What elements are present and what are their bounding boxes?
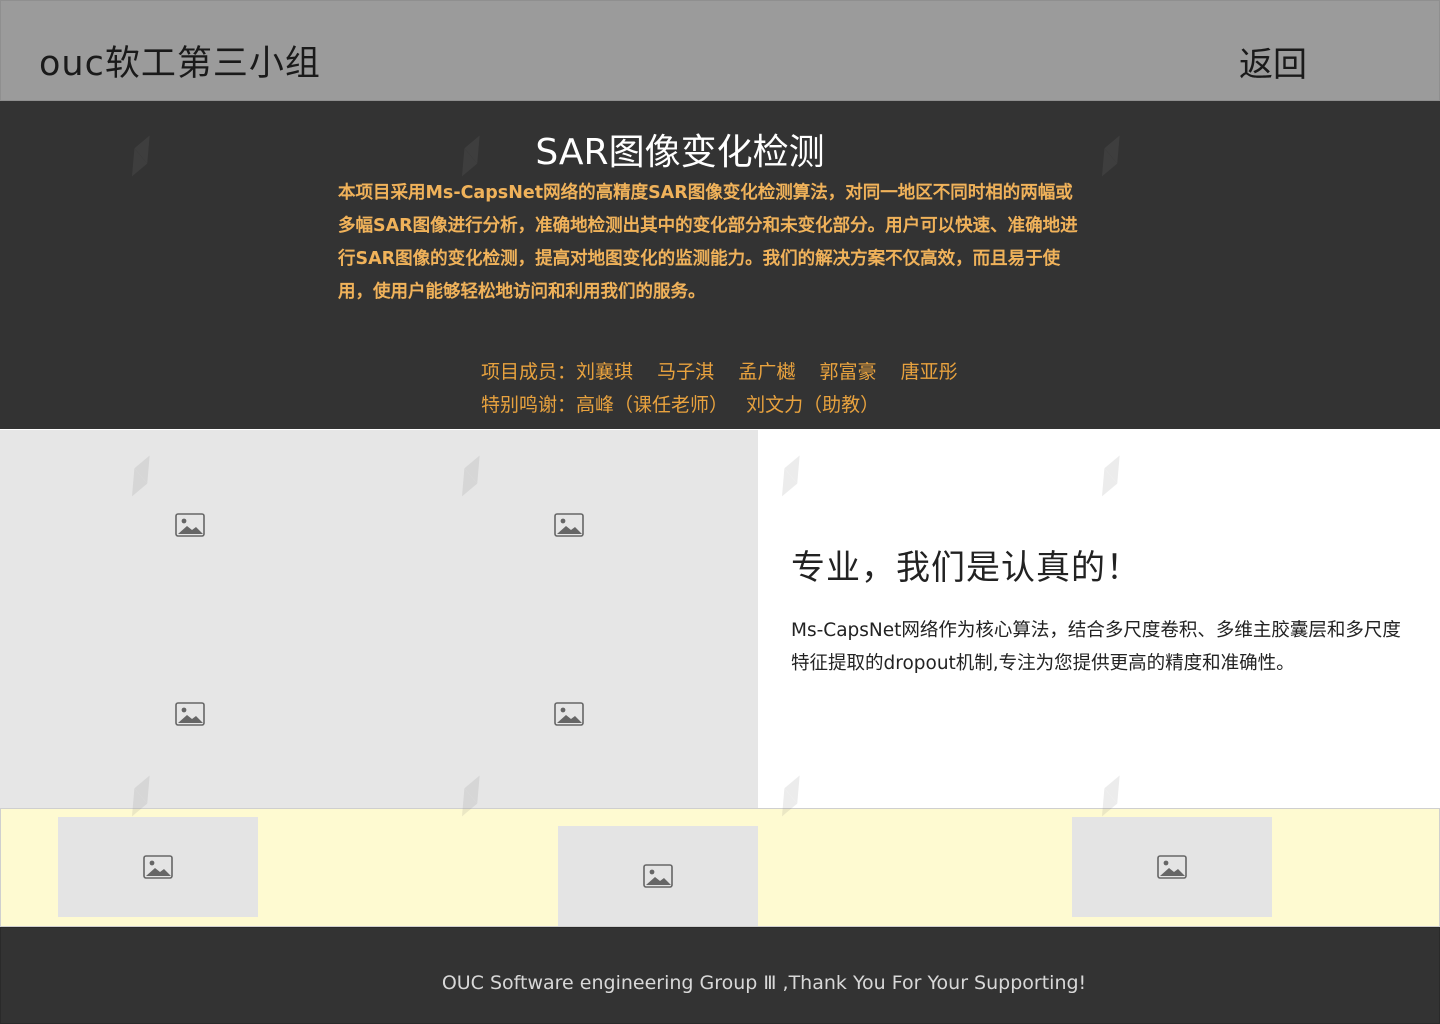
feature-description: Ms-CapsNet网络作为核心算法，结合多尺度卷积、多维主胶囊层和多尺度特征提…	[791, 620, 1401, 674]
image-icon	[554, 513, 584, 537]
project-description: 本项目采用Ms-CapsNet网络的高精度SAR图像变化检测算法，对同一地区不同…	[338, 183, 1078, 302]
gallery-image-3	[160, 699, 220, 729]
strip-image-2	[558, 826, 758, 926]
page-footer: OUC Software engineering Group Ⅲ ,Thank …	[0, 927, 1440, 1024]
gallery-image-1	[160, 510, 220, 540]
image-gallery	[0, 430, 758, 808]
project-title: SAR图像变化检测	[535, 132, 825, 173]
special-thanks: 特别鸣谢：高峰（课任老师） 刘文力（助教）	[481, 394, 880, 416]
footer-text: OUC Software engineering Group Ⅲ ,Thank …	[441, 972, 1087, 994]
image-icon	[643, 864, 673, 888]
feature-info-section: 专业，我们是认真的！ Ms-CapsNet网络作为核心算法，结合多尺度卷积、多维…	[758, 430, 1440, 808]
image-icon	[175, 702, 205, 726]
feature-heading: 专业，我们是认真的！	[791, 548, 1141, 588]
image-icon	[143, 855, 173, 879]
image-icon	[175, 513, 205, 537]
back-link[interactable]: 返回	[1239, 37, 1307, 86]
image-strip	[0, 808, 1440, 927]
image-icon	[1157, 855, 1187, 879]
strip-image-1	[58, 817, 258, 917]
project-members: 项目成员：刘襄琪 马子淇 孟广樾 郭富豪 唐亚彤	[481, 361, 958, 383]
gallery-image-4	[539, 699, 599, 729]
project-intro-section: SAR图像变化检测 本项目采用Ms-CapsNet网络的高精度SAR图像变化检测…	[0, 101, 1440, 429]
strip-image-3	[1072, 817, 1272, 917]
site-title: ouc软工第三小组	[39, 44, 321, 84]
top-header: ouc软工第三小组 返回	[0, 0, 1440, 101]
image-icon	[554, 702, 584, 726]
gallery-image-2	[539, 510, 599, 540]
